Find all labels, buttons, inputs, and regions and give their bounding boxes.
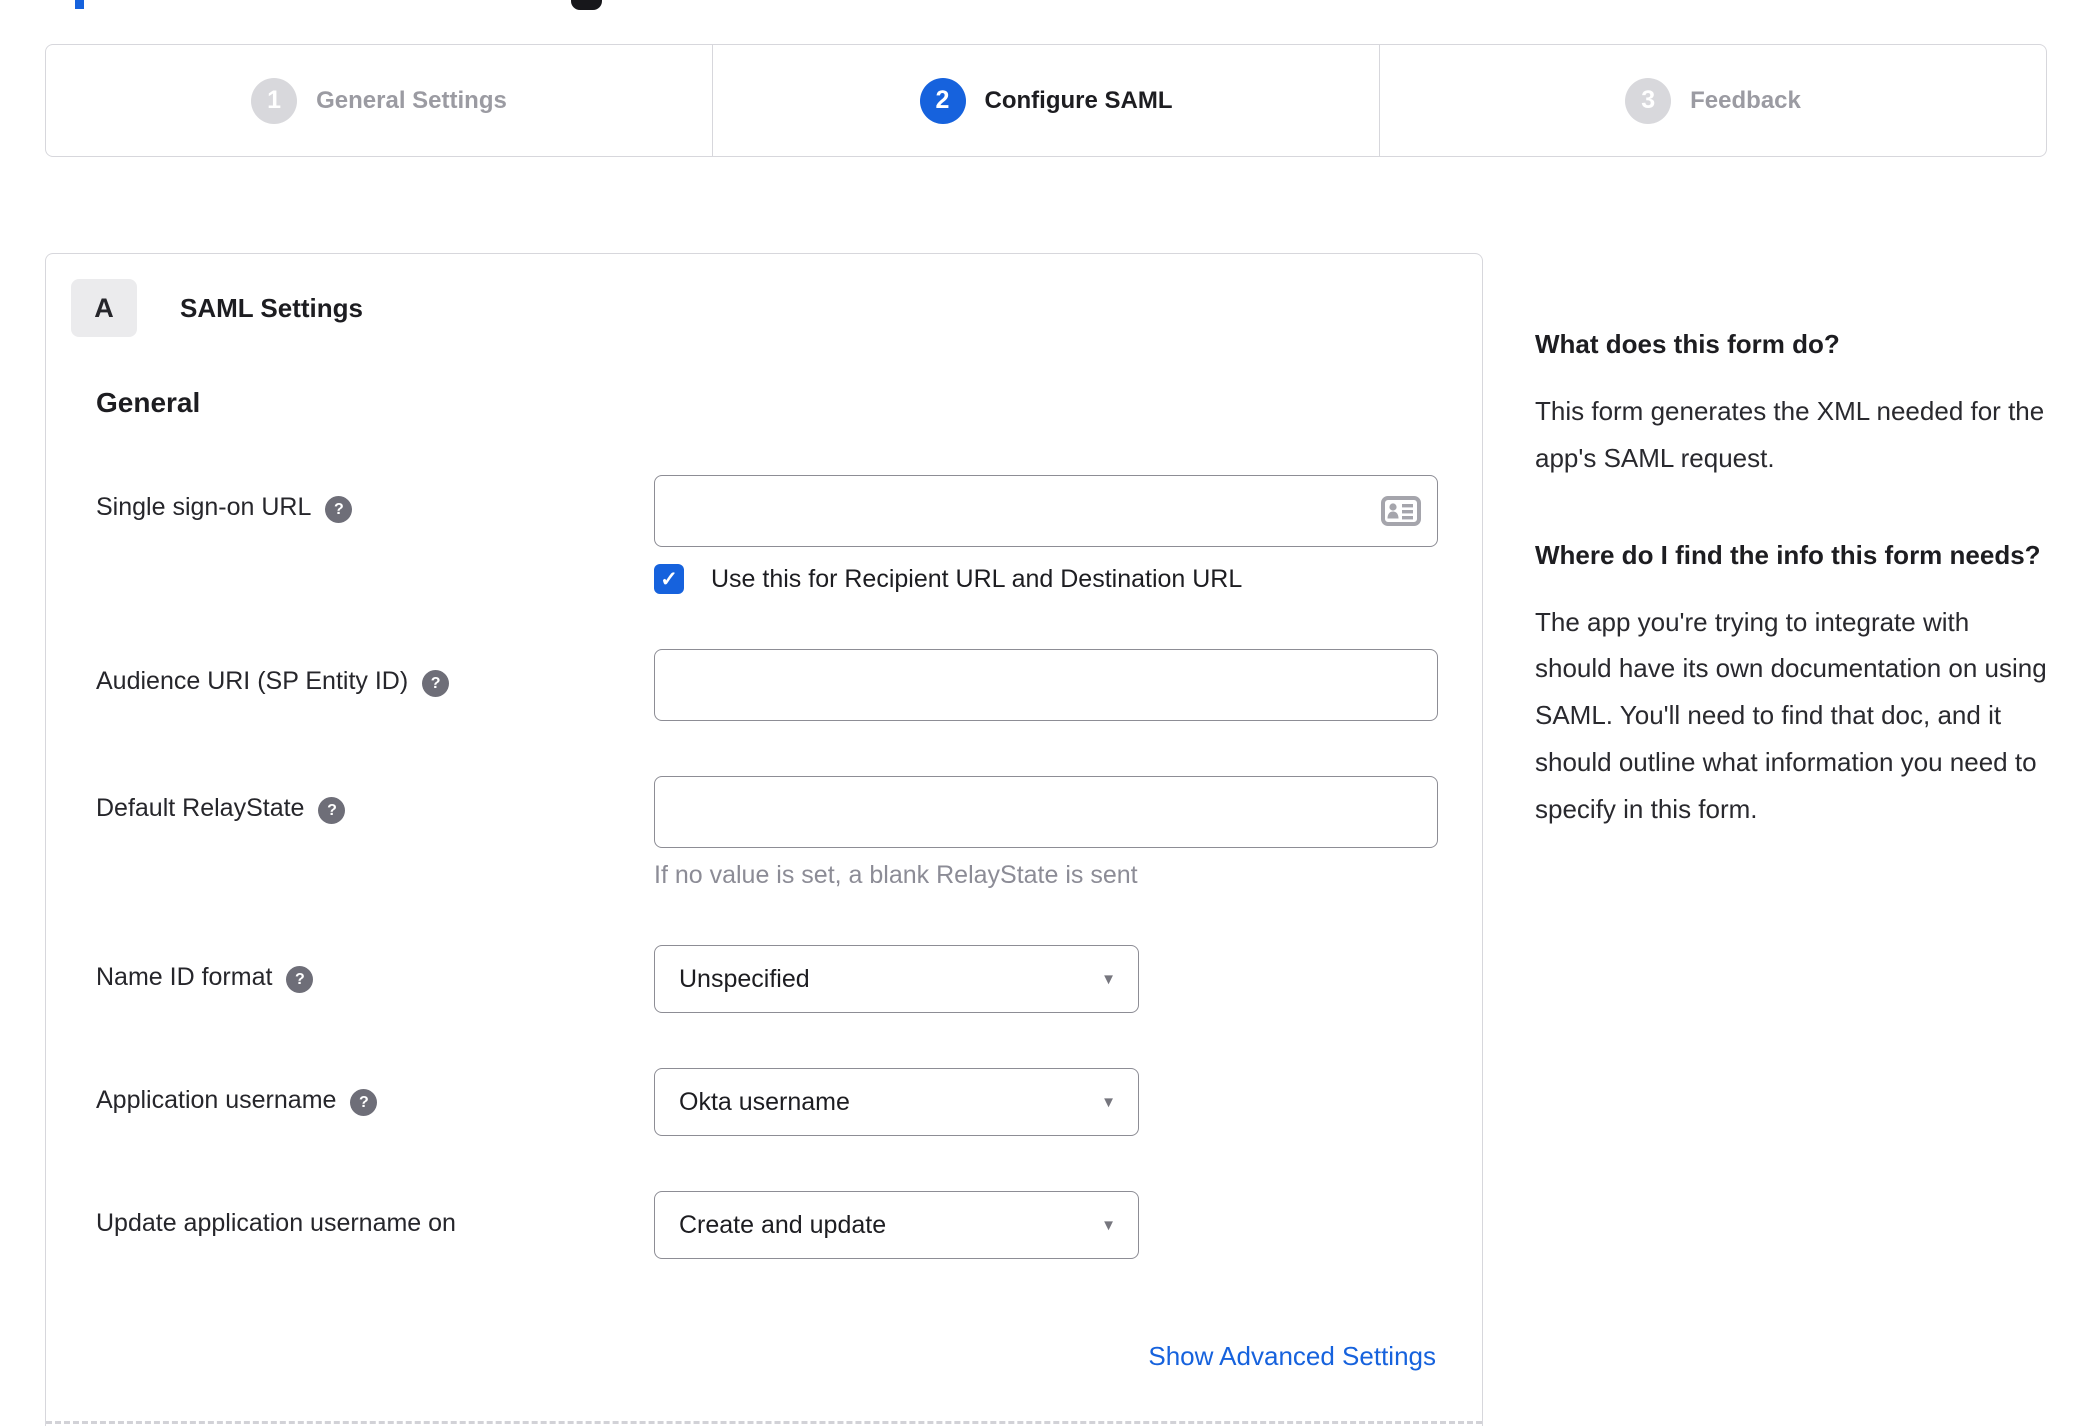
form-row-application-username: Application username ? Okta username ▼	[96, 1068, 1482, 1136]
step-configure-saml[interactable]: 2 Configure SAML	[712, 45, 1379, 156]
application-username-label: Application username	[96, 1086, 337, 1114]
update-application-username-label: Update application username on	[96, 1209, 456, 1237]
cropped-page-header	[0, 0, 2092, 44]
help-body-where: The app you're trying to integrate with …	[1535, 606, 2047, 824]
help-heading-what: What does this form do?	[1535, 329, 1840, 359]
cropped-icon-fragment	[571, 0, 602, 10]
recipient-url-checkbox-row: ✓ Use this for Recipient URL and Destina…	[654, 564, 1482, 594]
update-application-username-select[interactable]: Create and update ▼	[654, 1191, 1139, 1259]
help-icon[interactable]: ?	[422, 670, 450, 697]
use-for-recipient-destination-checkbox[interactable]: ✓	[654, 564, 684, 594]
chevron-down-icon: ▼	[1101, 1216, 1116, 1234]
saml-general-form: Single sign-on URL ? ✓ Use this for Reci…	[96, 475, 1482, 1259]
form-row-single-sign-on-url: Single sign-on URL ? ✓ Use this for Reci…	[96, 475, 1482, 594]
help-icon[interactable]: ?	[325, 496, 353, 523]
section-b-dashed-divider	[46, 1421, 1482, 1424]
step-number-badge: 3	[1625, 77, 1672, 124]
section-title: SAML Settings	[180, 292, 363, 323]
help-icon[interactable]: ?	[286, 966, 314, 993]
audience-uri-input[interactable]	[654, 649, 1438, 721]
help-sidebar: What does this form do? This form genera…	[1535, 253, 2051, 887]
step-feedback[interactable]: 3 Feedback	[1379, 45, 2046, 156]
default-relaystate-label: Default RelayState	[96, 794, 305, 822]
select-value: Create and update	[679, 1210, 887, 1239]
help-body-what: This form generates the XML needed for t…	[1535, 396, 2045, 473]
form-row-name-id-format: Name ID format ? Unspecified ▼	[96, 945, 1482, 1013]
name-id-format-select[interactable]: Unspecified ▼	[654, 945, 1139, 1013]
step-label: General Settings	[316, 86, 507, 114]
select-value: Okta username	[679, 1087, 850, 1116]
step-label: Feedback	[1690, 86, 1801, 114]
select-value: Unspecified	[679, 964, 810, 993]
name-id-format-label: Name ID format	[96, 963, 273, 991]
help-icon[interactable]: ?	[350, 1089, 378, 1116]
form-row-audience-uri: Audience URI (SP Entity ID) ?	[96, 649, 1482, 721]
step-number-badge: 1	[251, 77, 298, 124]
single-sign-on-url-input[interactable]	[654, 475, 1438, 547]
contact-card-icon	[1381, 496, 1421, 526]
form-row-default-relaystate: Default RelayState ? If no value is set,…	[96, 776, 1482, 890]
show-advanced-settings-link[interactable]: Show Advanced Settings	[1148, 1341, 1436, 1371]
application-username-select[interactable]: Okta username ▼	[654, 1068, 1139, 1136]
default-relaystate-input[interactable]	[654, 776, 1438, 848]
step-label: Configure SAML	[984, 86, 1173, 114]
form-row-update-application-username: Update application username on Create an…	[96, 1191, 1482, 1259]
checkbox-label: Use this for Recipient URL and Destinati…	[711, 564, 1243, 593]
saml-settings-panel: A SAML Settings General Single sign-on U…	[45, 253, 1483, 1426]
relaystate-hint: If no value is set, a blank RelayState i…	[654, 861, 1138, 889]
step-number-badge: 2	[919, 77, 966, 124]
section-badge: A	[71, 279, 137, 337]
section-header: A SAML Settings	[71, 279, 1482, 337]
help-icon[interactable]: ?	[318, 797, 346, 824]
audience-uri-label: Audience URI (SP Entity ID)	[96, 667, 409, 695]
help-heading-where: Where do I find the info this form needs…	[1535, 539, 2041, 570]
chevron-down-icon: ▼	[1101, 1093, 1116, 1111]
chevron-down-icon: ▼	[1101, 970, 1116, 988]
cropped-header-fragment	[75, 0, 84, 9]
wizard-stepper: 1 General Settings 2 Configure SAML 3 Fe…	[45, 44, 2047, 157]
group-title: General	[96, 387, 201, 418]
single-sign-on-url-label: Single sign-on URL	[96, 493, 312, 521]
step-general-settings[interactable]: 1 General Settings	[46, 45, 712, 156]
